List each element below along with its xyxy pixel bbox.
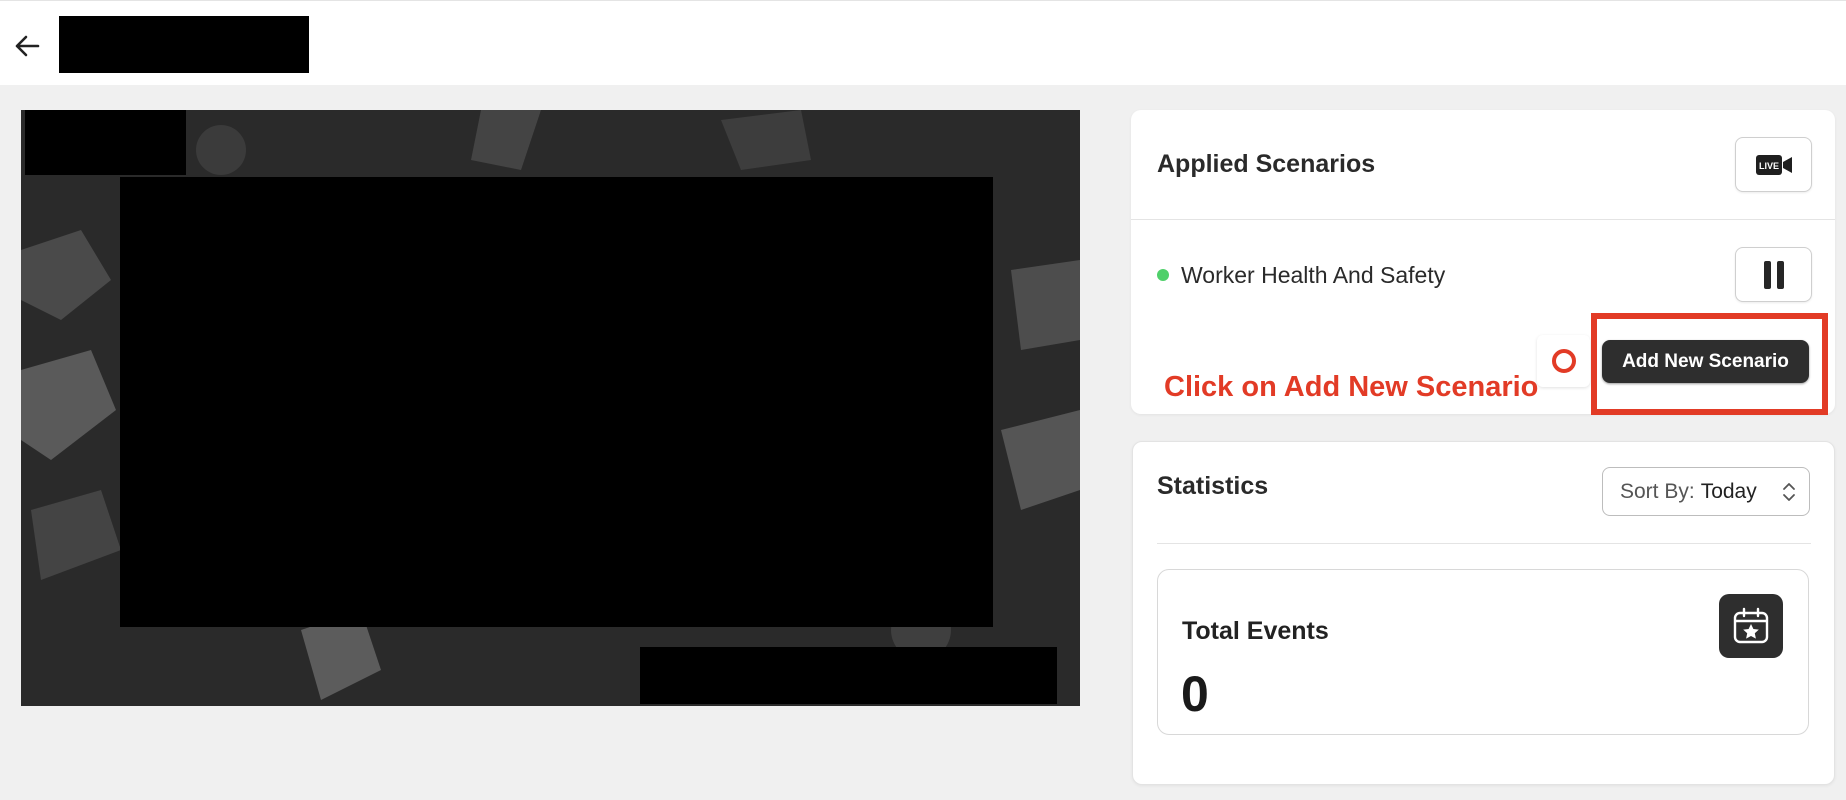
chevron-up-down-icon [1783, 483, 1795, 501]
sort-by-select[interactable]: Sort By: Today [1602, 467, 1810, 516]
scenario-status-dot [1157, 269, 1169, 281]
tutorial-instruction: Click on Add New Scenario [1164, 371, 1539, 403]
camera-feed [21, 110, 1080, 706]
statistics-divider [1157, 543, 1811, 544]
calendar-star-icon [1719, 594, 1783, 658]
total-events-value: 0 [1181, 666, 1209, 722]
live-badge-text: LIVE [1758, 161, 1778, 171]
sort-by-prefix: Sort By: [1620, 479, 1695, 503]
scenario-label: Worker Health And Safety [1181, 262, 1446, 288]
total-events-card: Total Events 0 [1157, 569, 1809, 735]
back-button[interactable] [10, 29, 44, 63]
redacted-overlay-label [25, 110, 186, 175]
live-button[interactable]: LIVE [1735, 137, 1812, 192]
applied-scenarios-divider [1131, 219, 1835, 220]
sort-by-value: Today [1700, 479, 1757, 503]
redacted-timestamp [640, 647, 1057, 704]
total-events-label: Total Events [1182, 617, 1329, 645]
redacted-video-area [120, 177, 993, 627]
applied-scenarios-title: Applied Scenarios [1157, 150, 1376, 178]
top-bar [0, 0, 1846, 85]
redacted-title [59, 16, 309, 73]
pause-icon [1763, 260, 1784, 289]
live-camera-icon: LIVE [1755, 154, 1792, 175]
circle-marker-icon [1551, 349, 1576, 373]
pause-scenario-button[interactable] [1735, 247, 1812, 302]
tutorial-highlight-box [1591, 313, 1828, 415]
statistics-title: Statistics [1157, 472, 1269, 500]
tutorial-step-marker [1537, 335, 1590, 387]
arrow-left-icon [15, 35, 40, 57]
